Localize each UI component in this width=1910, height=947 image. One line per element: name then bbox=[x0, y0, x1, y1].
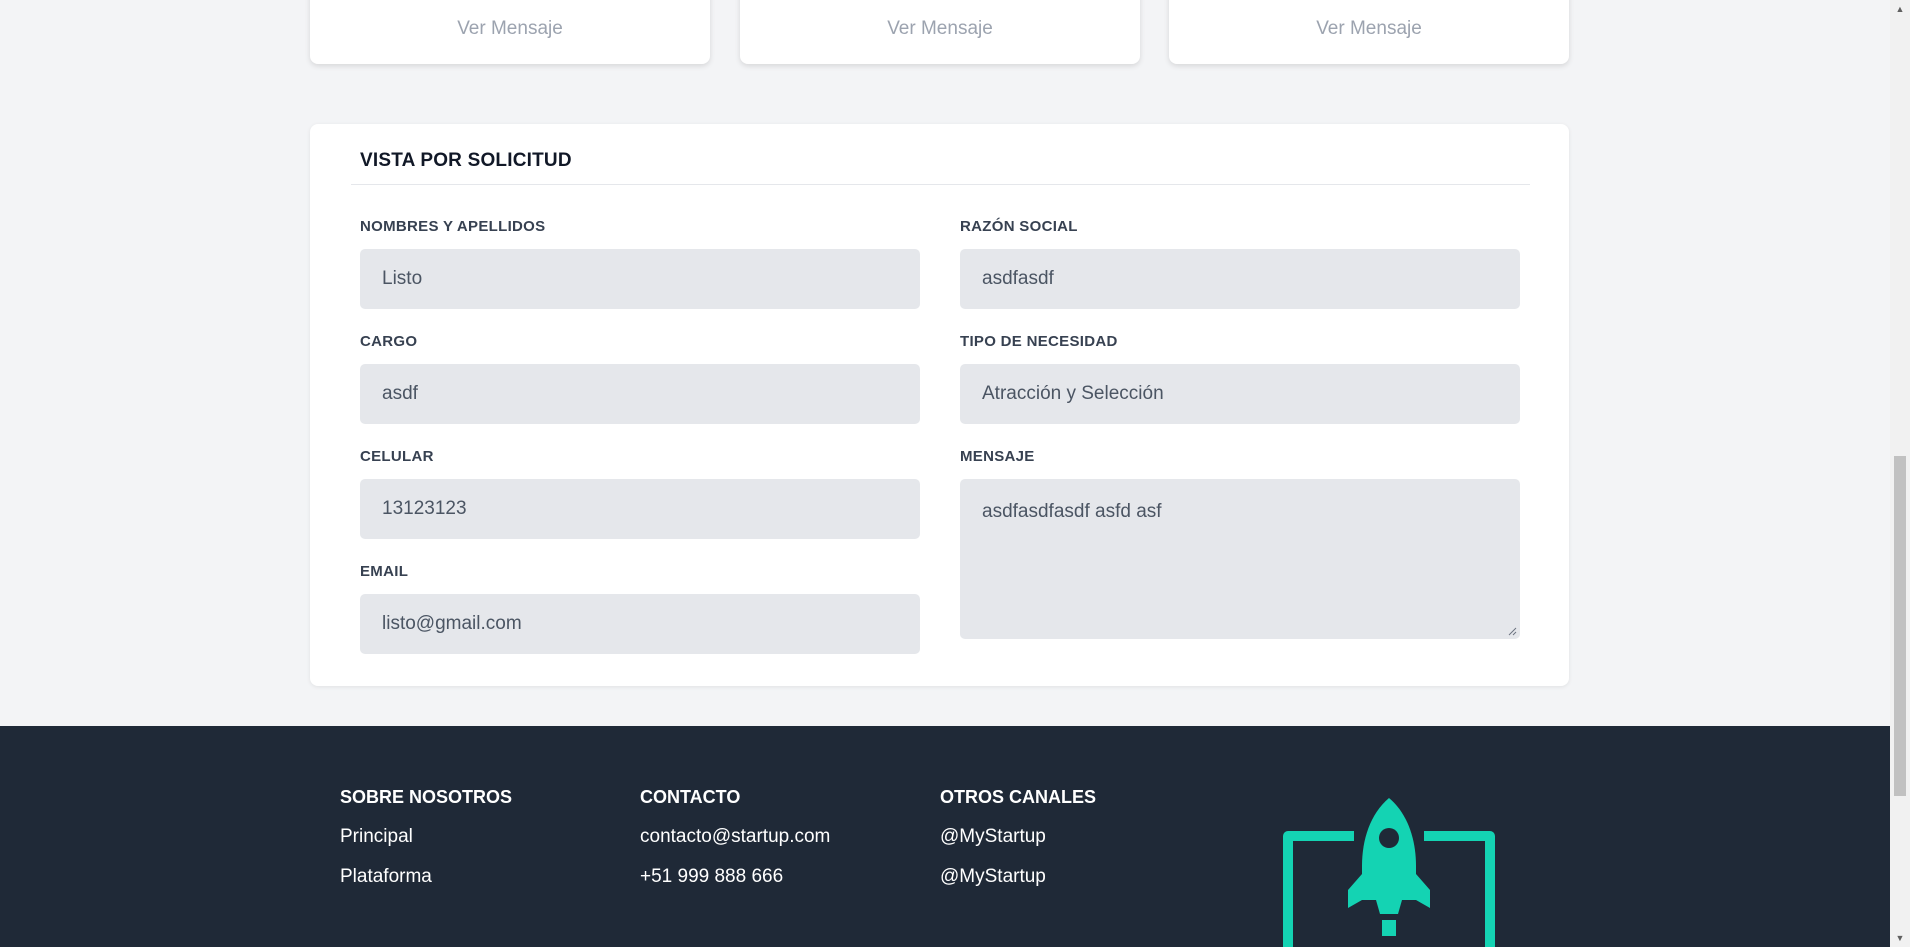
footer-about-column: SOBRE NOSOTROS Principal Plataforma bbox=[340, 786, 512, 888]
field-label: EMAIL bbox=[360, 563, 409, 580]
footer-channels-column: OTROS CANALES @MyStartup @MyStartup bbox=[940, 786, 1096, 888]
celular-field: CELULAR 13123123 bbox=[360, 447, 920, 539]
razon-social-input[interactable]: asdfasdf bbox=[960, 249, 1520, 309]
mensaje-textarea[interactable]: asdfasdfasdf asfd asf bbox=[960, 479, 1520, 639]
message-card: Ver Mensaje bbox=[310, 0, 710, 64]
field-label: TIPO DE NECESIDAD bbox=[960, 333, 1118, 350]
field-label: CARGO bbox=[360, 333, 418, 350]
rocket-icon bbox=[1283, 798, 1495, 947]
footer-heading: SOBRE NOSOTROS bbox=[340, 787, 513, 807]
panel-title: VISTA POR SOLICITUD bbox=[360, 150, 572, 171]
vertical-scrollbar[interactable]: ▲ ▼ bbox=[1890, 0, 1910, 947]
divider bbox=[351, 184, 1530, 185]
footer-contact-column: CONTACTO contacto@startup.com +51 999 88… bbox=[640, 786, 830, 888]
footer-link-principal[interactable]: Principal bbox=[340, 826, 512, 848]
nombres-input[interactable]: Listo bbox=[360, 249, 920, 309]
field-label: RAZÓN SOCIAL bbox=[960, 218, 1078, 235]
tipo-necesidad-field: TIPO DE NECESIDAD Atracción y Selección bbox=[960, 332, 1520, 424]
footer-heading: CONTACTO bbox=[640, 787, 741, 807]
mensaje-text: asdfasdfasdf asfd asf bbox=[982, 501, 1162, 522]
view-message-link[interactable]: Ver Mensaje bbox=[1316, 18, 1422, 40]
footer-link-email[interactable]: contacto@startup.com bbox=[640, 826, 830, 848]
scroll-up-icon[interactable]: ▲ bbox=[1890, 0, 1910, 18]
page-viewport: Ver Mensaje Ver Mensaje Ver Mensaje VIST… bbox=[0, 0, 1890, 947]
resize-grip-icon[interactable] bbox=[1507, 626, 1517, 636]
razon-social-field: RAZÓN SOCIAL asdfasdf bbox=[960, 217, 1520, 309]
mensaje-field: MENSAJE asdfasdfasdf asfd asf bbox=[960, 447, 1520, 639]
request-view-panel: VISTA POR SOLICITUD NOMBRES Y APELLIDOS … bbox=[310, 124, 1569, 686]
nombres-field: NOMBRES Y APELLIDOS Listo bbox=[360, 217, 920, 309]
cargo-input[interactable]: asdf bbox=[360, 364, 920, 424]
email-field: EMAIL listo@gmail.com bbox=[360, 562, 920, 654]
footer-heading: OTROS CANALES bbox=[940, 787, 1097, 807]
footer-link-channel[interactable]: @MyStartup bbox=[940, 826, 1096, 848]
footer-link-channel[interactable]: @MyStartup bbox=[940, 866, 1096, 888]
cargo-field: CARGO asdf bbox=[360, 332, 920, 424]
view-message-link[interactable]: Ver Mensaje bbox=[457, 18, 563, 40]
field-label: MENSAJE bbox=[960, 448, 1035, 465]
tipo-necesidad-input[interactable]: Atracción y Selección bbox=[960, 364, 1520, 424]
scroll-down-icon[interactable]: ▼ bbox=[1890, 929, 1910, 947]
footer-link-plataforma[interactable]: Plataforma bbox=[340, 866, 512, 888]
email-input[interactable]: listo@gmail.com bbox=[360, 594, 920, 654]
field-label: NOMBRES Y APELLIDOS bbox=[360, 218, 546, 235]
site-footer: SOBRE NOSOTROS Principal Plataforma CONT… bbox=[0, 726, 1890, 947]
celular-input[interactable]: 13123123 bbox=[360, 479, 920, 539]
message-card: Ver Mensaje bbox=[740, 0, 1140, 64]
scrollbar-thumb[interactable] bbox=[1894, 456, 1906, 796]
view-message-link[interactable]: Ver Mensaje bbox=[887, 18, 993, 40]
footer-link-phone[interactable]: +51 999 888 666 bbox=[640, 866, 830, 888]
field-label: CELULAR bbox=[360, 448, 434, 465]
message-card: Ver Mensaje bbox=[1169, 0, 1569, 64]
